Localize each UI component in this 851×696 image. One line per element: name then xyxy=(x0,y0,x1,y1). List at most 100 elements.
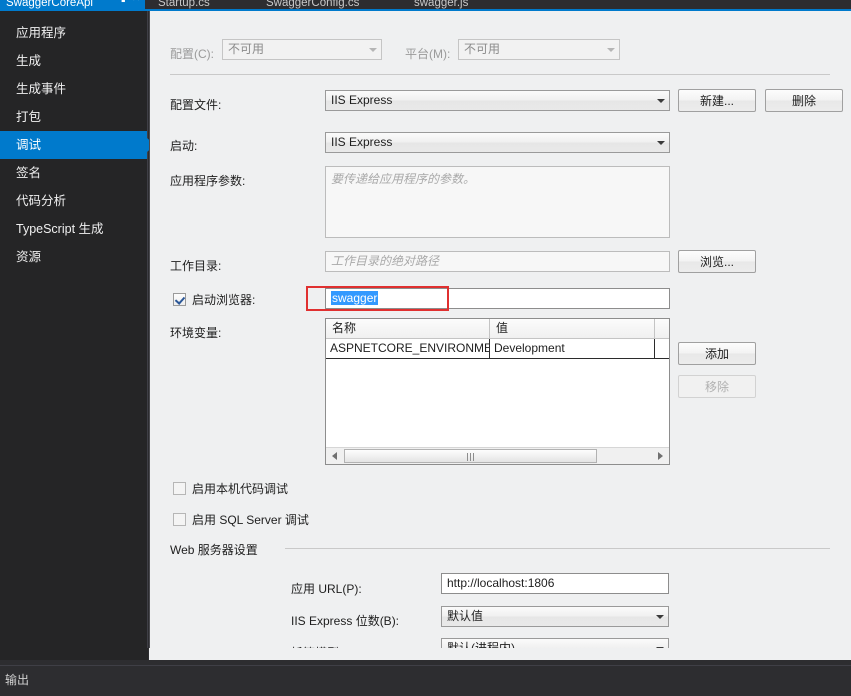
launch-browser-checkbox[interactable] xyxy=(173,293,186,306)
close-icon[interactable]: ✕ xyxy=(132,0,141,4)
sidebar-item-build-events[interactable]: 生成事件 xyxy=(0,75,147,103)
web-server-settings-separator xyxy=(285,548,830,549)
sidebar-item-signing[interactable]: 签名 xyxy=(0,159,147,187)
new-profile-button[interactable]: 新建... xyxy=(678,89,756,112)
scroll-right-arrow-icon[interactable] xyxy=(652,449,669,464)
grid-header-row: 名称 值 xyxy=(326,319,669,339)
application-arguments-input[interactable]: 要传递给应用程序的参数。 xyxy=(325,166,670,238)
sidebar-item-resources[interactable]: 资源 xyxy=(0,243,147,271)
output-window-label[interactable]: 输出 xyxy=(5,671,29,688)
platform-label: 平台(M): xyxy=(405,47,451,61)
iis-express-bitness-dropdown[interactable]: 默认值 xyxy=(441,606,669,627)
scrollbar-thumb[interactable] xyxy=(344,449,597,463)
sidebar-item-label: 调试 xyxy=(16,138,42,152)
tab-swaggercoreapi[interactable]: SwaggerCoreApi ▮✕ xyxy=(0,0,145,11)
new-profile-label: 新建... xyxy=(699,94,734,108)
profile-dropdown[interactable]: IIS Express xyxy=(325,90,670,111)
application-arguments-placeholder: 要传递给应用程序的参数。 xyxy=(331,172,476,186)
tab-label: Startup.cs xyxy=(158,0,210,9)
sql-server-debugging-checkbox[interactable] xyxy=(173,513,186,526)
grid-cell-value[interactable]: Development xyxy=(490,339,655,358)
grid-header-name[interactable]: 名称 xyxy=(326,319,490,338)
app-url-input[interactable]: http://localhost:1806 xyxy=(441,573,669,594)
working-directory-input[interactable]: 工作目录的绝对路径 xyxy=(325,251,670,272)
launch-label: 启动: xyxy=(170,139,198,153)
native-code-debugging-label: 启用本机代码调试 xyxy=(192,482,289,496)
sidebar-item-build[interactable]: 生成 xyxy=(0,47,147,75)
browse-label: 浏览... xyxy=(699,255,734,269)
grid-cell-name[interactable]: ASPNETCORE_ENVIRONMENT xyxy=(326,339,490,358)
sidebar-item-label: 打包 xyxy=(16,110,42,124)
chevron-down-icon xyxy=(652,91,669,110)
scrollbar-grip-icon xyxy=(466,453,475,461)
sidebar-bottom-filler xyxy=(0,648,148,660)
sql-server-debugging-label: 启用 SQL Server 调试 xyxy=(192,513,309,527)
sidebar-item-label: 生成事件 xyxy=(16,82,67,96)
document-tab-strip: SwaggerCoreApi ▮✕ Startup.cs SwaggerConf… xyxy=(0,0,851,11)
remove-environment-variable-button[interactable]: 移除 xyxy=(678,375,756,398)
app-url-value: http://localhost:1806 xyxy=(447,576,555,590)
sql-server-debugging-row[interactable]: 启用 SQL Server 调试 xyxy=(173,511,309,528)
profile-label: 配置文件: xyxy=(170,98,222,112)
sidebar-item-label: TypeScript 生成 xyxy=(16,222,104,236)
native-code-debugging-checkbox[interactable] xyxy=(173,482,186,495)
debug-options-pane: 配置(C): 不可用 平台(M): 不可用 配置文件: IIS Express … xyxy=(149,11,851,660)
sidebar-item-application[interactable]: 应用程序 xyxy=(0,19,147,47)
launch-browser-label: 启动浏览器: xyxy=(192,293,256,307)
working-directory-placeholder: 工作目录的绝对路径 xyxy=(331,254,440,268)
toolbar-separator xyxy=(170,74,830,75)
launch-browser-row[interactable]: 启动浏览器: xyxy=(173,291,255,308)
configuration-dropdown[interactable]: 不可用 xyxy=(222,39,382,60)
remove-label: 移除 xyxy=(704,380,729,394)
chevron-down-icon xyxy=(651,607,668,626)
table-row[interactable]: ASPNETCORE_ENVIRONMENT Development xyxy=(326,339,669,359)
visual-studio-project-properties-window: SwaggerCoreApi ▮✕ Startup.cs SwaggerConf… xyxy=(0,0,851,696)
grid-header-value[interactable]: 值 xyxy=(490,319,655,338)
chevron-down-icon xyxy=(364,40,381,59)
chevron-down-icon xyxy=(602,40,619,59)
add-environment-variable-button[interactable]: 添加 xyxy=(678,342,756,365)
sidebar-item-package[interactable]: 打包 xyxy=(0,103,147,131)
sidebar-item-label: 应用程序 xyxy=(16,26,67,40)
output-tool-window: 输出 xyxy=(0,665,851,696)
launch-dropdown[interactable]: IIS Express xyxy=(325,132,670,153)
grid-horizontal-scrollbar[interactable] xyxy=(326,447,669,464)
platform-dropdown[interactable]: 不可用 xyxy=(458,39,620,60)
iis-express-bitness-value: 默认值 xyxy=(447,609,484,623)
add-label: 添加 xyxy=(704,347,729,361)
tab-label: SwaggerConfig.cs xyxy=(266,0,360,9)
sidebar-item-label: 签名 xyxy=(16,166,42,180)
launch-browser-url-value: swagger xyxy=(331,291,379,305)
configuration-value: 不可用 xyxy=(228,42,265,56)
sidebar-item-typescript-build[interactable]: TypeScript 生成 xyxy=(0,215,147,243)
sidebar-item-debug[interactable]: 调试 xyxy=(0,131,155,159)
sidebar-item-code-analysis[interactable]: 代码分析 xyxy=(0,187,147,215)
sidebar-item-label: 代码分析 xyxy=(16,194,67,208)
native-code-debugging-row[interactable]: 启用本机代码调试 xyxy=(173,480,288,497)
pin-icon[interactable]: ▮ xyxy=(121,0,126,3)
iis-express-bitness-label: IIS Express 位数(B): xyxy=(291,614,400,628)
delete-profile-label: 删除 xyxy=(791,94,816,108)
scroll-left-arrow-icon[interactable] xyxy=(326,449,343,464)
working-directory-label: 工作目录: xyxy=(170,259,222,273)
platform-value: 不可用 xyxy=(464,42,501,56)
configuration-label: 配置(C): xyxy=(170,47,214,61)
delete-profile-button[interactable]: 删除 xyxy=(765,89,843,112)
pane-bottom-filler xyxy=(149,648,851,660)
sidebar-item-label: 资源 xyxy=(16,250,42,264)
environment-variables-label: 环境变量: xyxy=(170,326,222,340)
app-url-label: 应用 URL(P): xyxy=(291,582,362,596)
launch-value: IIS Express xyxy=(331,135,393,149)
tab-icon-group: ▮✕ xyxy=(121,0,141,6)
environment-variables-grid[interactable]: 名称 值 ASPNETCORE_ENVIRONMENT Development xyxy=(325,318,670,465)
tab-label: swagger.js xyxy=(414,0,469,9)
sidebar-item-label: 生成 xyxy=(16,54,42,68)
browse-button[interactable]: 浏览... xyxy=(678,250,756,273)
profile-value: IIS Express xyxy=(331,93,393,107)
chevron-down-icon xyxy=(652,133,669,152)
tab-label: SwaggerCoreApi xyxy=(6,0,93,9)
application-arguments-label: 应用程序参数: xyxy=(170,174,246,188)
properties-category-list: 应用程序 生成 生成事件 打包 调试 签名 代码分析 TypeScript 生成… xyxy=(0,11,155,660)
web-server-settings-group-label: Web 服务器设置 xyxy=(170,543,258,557)
launch-browser-url-input[interactable]: swagger xyxy=(325,288,670,309)
